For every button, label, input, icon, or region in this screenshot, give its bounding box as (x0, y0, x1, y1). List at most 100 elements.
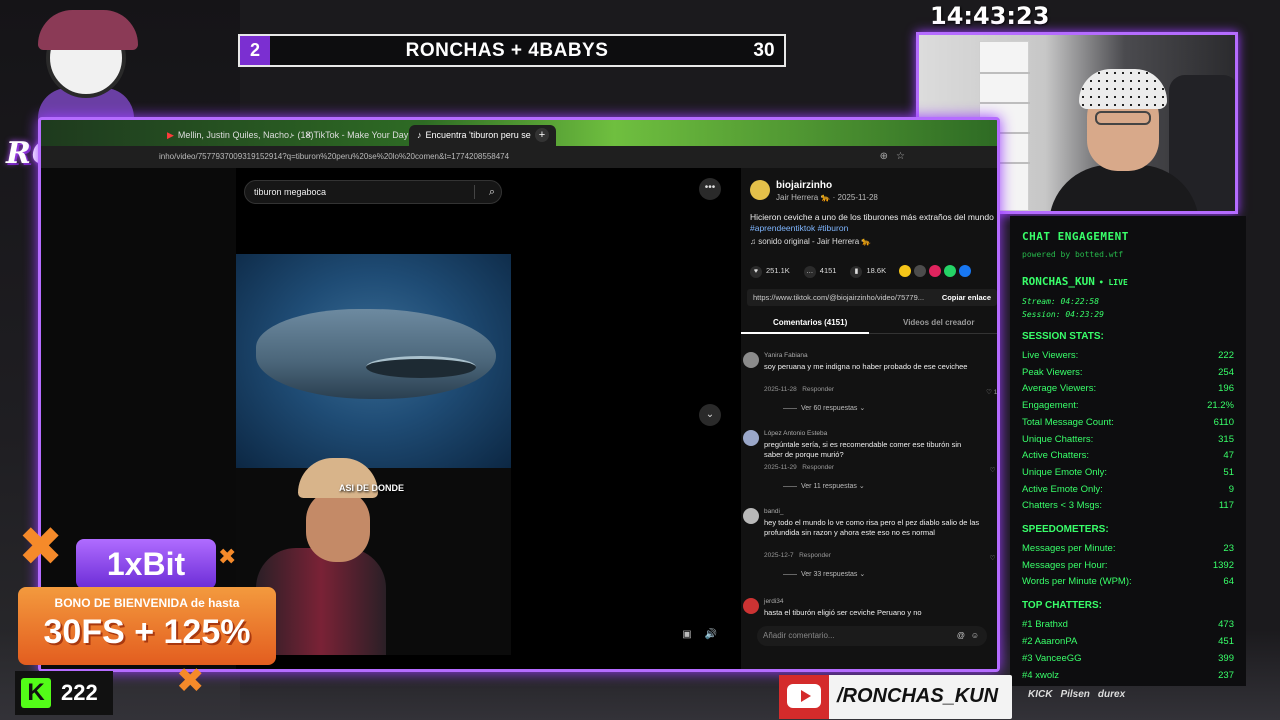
speed-stat-row-value: 23 (1223, 543, 1234, 554)
view-replies-label: Ver 11 respuestas (801, 483, 857, 490)
tab-comments[interactable]: Comentarios (4151) (773, 318, 847, 327)
session-stat-row-label: Live Viewers: (1022, 350, 1079, 361)
emoji-icon[interactable]: ☺ (971, 626, 979, 646)
clock: 14:43:23 (930, 2, 1050, 30)
sponsor-banner: ✖ ✖ ✖ 1xBit BONO DE BIENVENIDA de hasta … (18, 515, 278, 701)
session-stat-row-value: 47 (1223, 450, 1234, 462)
like-count: 251.1K (766, 266, 790, 275)
browser-tab-label: Mellin, Justin Quiles, Nacho - (177, 130, 295, 140)
save-button[interactable]: ▮ 18.6K (850, 266, 886, 278)
comment-like[interactable]: ♡ 10 (986, 388, 997, 396)
youtube-handle: /RONCHAS_KUN (837, 685, 999, 707)
shark-image (256, 309, 496, 399)
speed-stat-row-value: 1392 (1212, 559, 1234, 571)
top-chatter-row-label: #3 VanceeGG (1022, 653, 1082, 664)
bonus-line1: BONO DE BIENVENIDA de hasta (54, 596, 240, 610)
streamer-bandana (1079, 69, 1167, 109)
like-button[interactable]: ♥ 251.1K (750, 266, 790, 278)
comment-user[interactable]: jerdi34 (764, 598, 784, 605)
copy-link-button[interactable]: Copiar enlace (942, 289, 991, 306)
session-stat-row: Chatters < 3 Msgs: 117 (1022, 500, 1234, 511)
comment-meta: 2025-11-29 Responder (764, 464, 834, 471)
address-bar-icons: ⊕☆ (879, 151, 913, 162)
session-stat-row-label: Unique Emote Only: (1022, 466, 1108, 478)
session-stat-row: Peak Viewers: 254 (1022, 367, 1234, 378)
reply-button[interactable]: Responder (802, 386, 834, 393)
share-icon[interactable] (899, 265, 911, 277)
session-stat-row-value: 254 (1218, 366, 1234, 378)
reply-button[interactable]: Responder (799, 552, 831, 559)
address-bar[interactable]: inho/video/7577937009319152914?q=tiburon… (41, 146, 997, 168)
share-icons (899, 265, 971, 277)
volume-icon[interactable]: 🔊 (703, 627, 719, 643)
score-left: 2 (240, 36, 270, 65)
more-options-button[interactable]: ••• (699, 178, 721, 200)
author-handle[interactable]: biojairzinho (776, 180, 878, 191)
share-icon[interactable] (914, 265, 926, 277)
youtube-tab-icon: ▶ (167, 130, 174, 140)
comment-button[interactable]: … 4151 (803, 266, 837, 278)
video-player[interactable] (236, 254, 511, 468)
avatar[interactable] (743, 352, 759, 368)
caption-hashtags[interactable]: #aprendeentiktok #tiburon (750, 223, 997, 234)
avatar[interactable] (743, 430, 759, 446)
avatar[interactable] (750, 180, 770, 200)
comment-user[interactable]: Yanira Fabiana (764, 352, 808, 359)
view-replies-button[interactable]: Ver 33 respuestas ⌄ (783, 570, 865, 578)
kick-logo-text: KICK (1028, 689, 1053, 700)
picture-in-picture-icon[interactable]: ▣ (679, 627, 695, 643)
live-badge: • LIVE (1098, 278, 1128, 287)
share-icon[interactable] (959, 265, 971, 277)
comment-placeholder: Añadir comentario... (763, 631, 835, 640)
top-chatter-row-label: #4 xwolz (1022, 670, 1059, 681)
caption-text: Hicieron ceviche a uno de los tiburones … (750, 212, 994, 222)
comment-input[interactable]: Añadir comentario... @ ☺ (757, 626, 987, 646)
comment-like[interactable]: ♡ 1 (990, 466, 997, 474)
share-icon[interactable] (929, 265, 941, 277)
video-overlay-text: ASI DE DONDE (339, 483, 405, 493)
session-stat-row-value: 315 (1218, 433, 1234, 445)
top-chatter-row-value: 399 (1218, 653, 1234, 664)
view-replies-button[interactable]: Ver 60 respuestas ⌄ (783, 404, 865, 412)
durex-logo-text: durex (1097, 689, 1126, 700)
comment-tabs: Comentarios (4151) Videos del creador (741, 314, 997, 334)
session-stat-row-label: Average Viewers: (1022, 383, 1097, 395)
reply-button[interactable]: Responder (802, 464, 834, 471)
speed-stat-row-label: Messages per Hour: (1022, 559, 1108, 571)
comment-meta: 2025-12-7 Responder (764, 552, 831, 559)
comment-like[interactable]: ♡ 6 (990, 554, 997, 562)
comment-user[interactable]: López Antonio Esteba (764, 430, 827, 437)
chevron-down-icon: ⌄ (858, 483, 865, 490)
comment-count: 4151 (819, 266, 837, 275)
comment-text: pregúntale sería, si es recomendable com… (764, 440, 962, 459)
session-stat-row-value: 117 (1218, 500, 1234, 512)
search-icon[interactable]: ⌕ (489, 181, 495, 203)
link-text: https://www.tiktok.com/@biojairzinho/vid… (753, 293, 925, 302)
link-field[interactable]: https://www.tiktok.com/@biojairzinho/vid… (747, 289, 997, 306)
author-info[interactable]: biojairzinho Jair Herrera 🐆 · 2025-11-28 (750, 180, 878, 202)
avatar[interactable] (743, 508, 759, 524)
view-replies-button[interactable]: Ver 11 respuestas ⌄ (783, 482, 865, 490)
top-chatter-row: #1 Brathxd 473 (1022, 619, 1234, 630)
new-tab-button[interactable]: + (535, 128, 549, 142)
session-stat-row: Active Chatters: 47 (1022, 450, 1234, 461)
x-decoration-icon: ✖ (18, 515, 64, 578)
session-stat-row-value: 21.2% (1207, 400, 1234, 412)
comment-date: 2025-11-29 (764, 464, 797, 471)
session-stat-row: Unique Chatters: 315 (1022, 434, 1234, 445)
sponsor-brand: 1xBit (76, 539, 216, 589)
kick-viewer-counter: K 222 (15, 671, 113, 715)
tab-creator-videos[interactable]: Videos del creador (903, 318, 974, 327)
top-chatter-row-value: 237 (1218, 670, 1234, 681)
sound-info[interactable]: ♫ sonido original - Jair Herrera 🐆 (750, 237, 871, 246)
avatar[interactable] (743, 598, 759, 614)
session-stat-row: Average Viewers: 196 (1022, 383, 1234, 394)
youtube-handle-bar: /RONCHAS_KUN (779, 675, 1012, 719)
share-icon[interactable] (944, 265, 956, 277)
search-input[interactable]: tiburon megaboca ⌕ (244, 180, 502, 204)
chevron-down-icon[interactable]: ⌄ (699, 404, 721, 426)
speed-stat-row-label: Messages per Minute: (1022, 543, 1116, 554)
comment-user[interactable]: bandi_ (764, 508, 784, 515)
shark-mouth (366, 356, 476, 378)
mention-icon[interactable]: @ (957, 626, 965, 646)
